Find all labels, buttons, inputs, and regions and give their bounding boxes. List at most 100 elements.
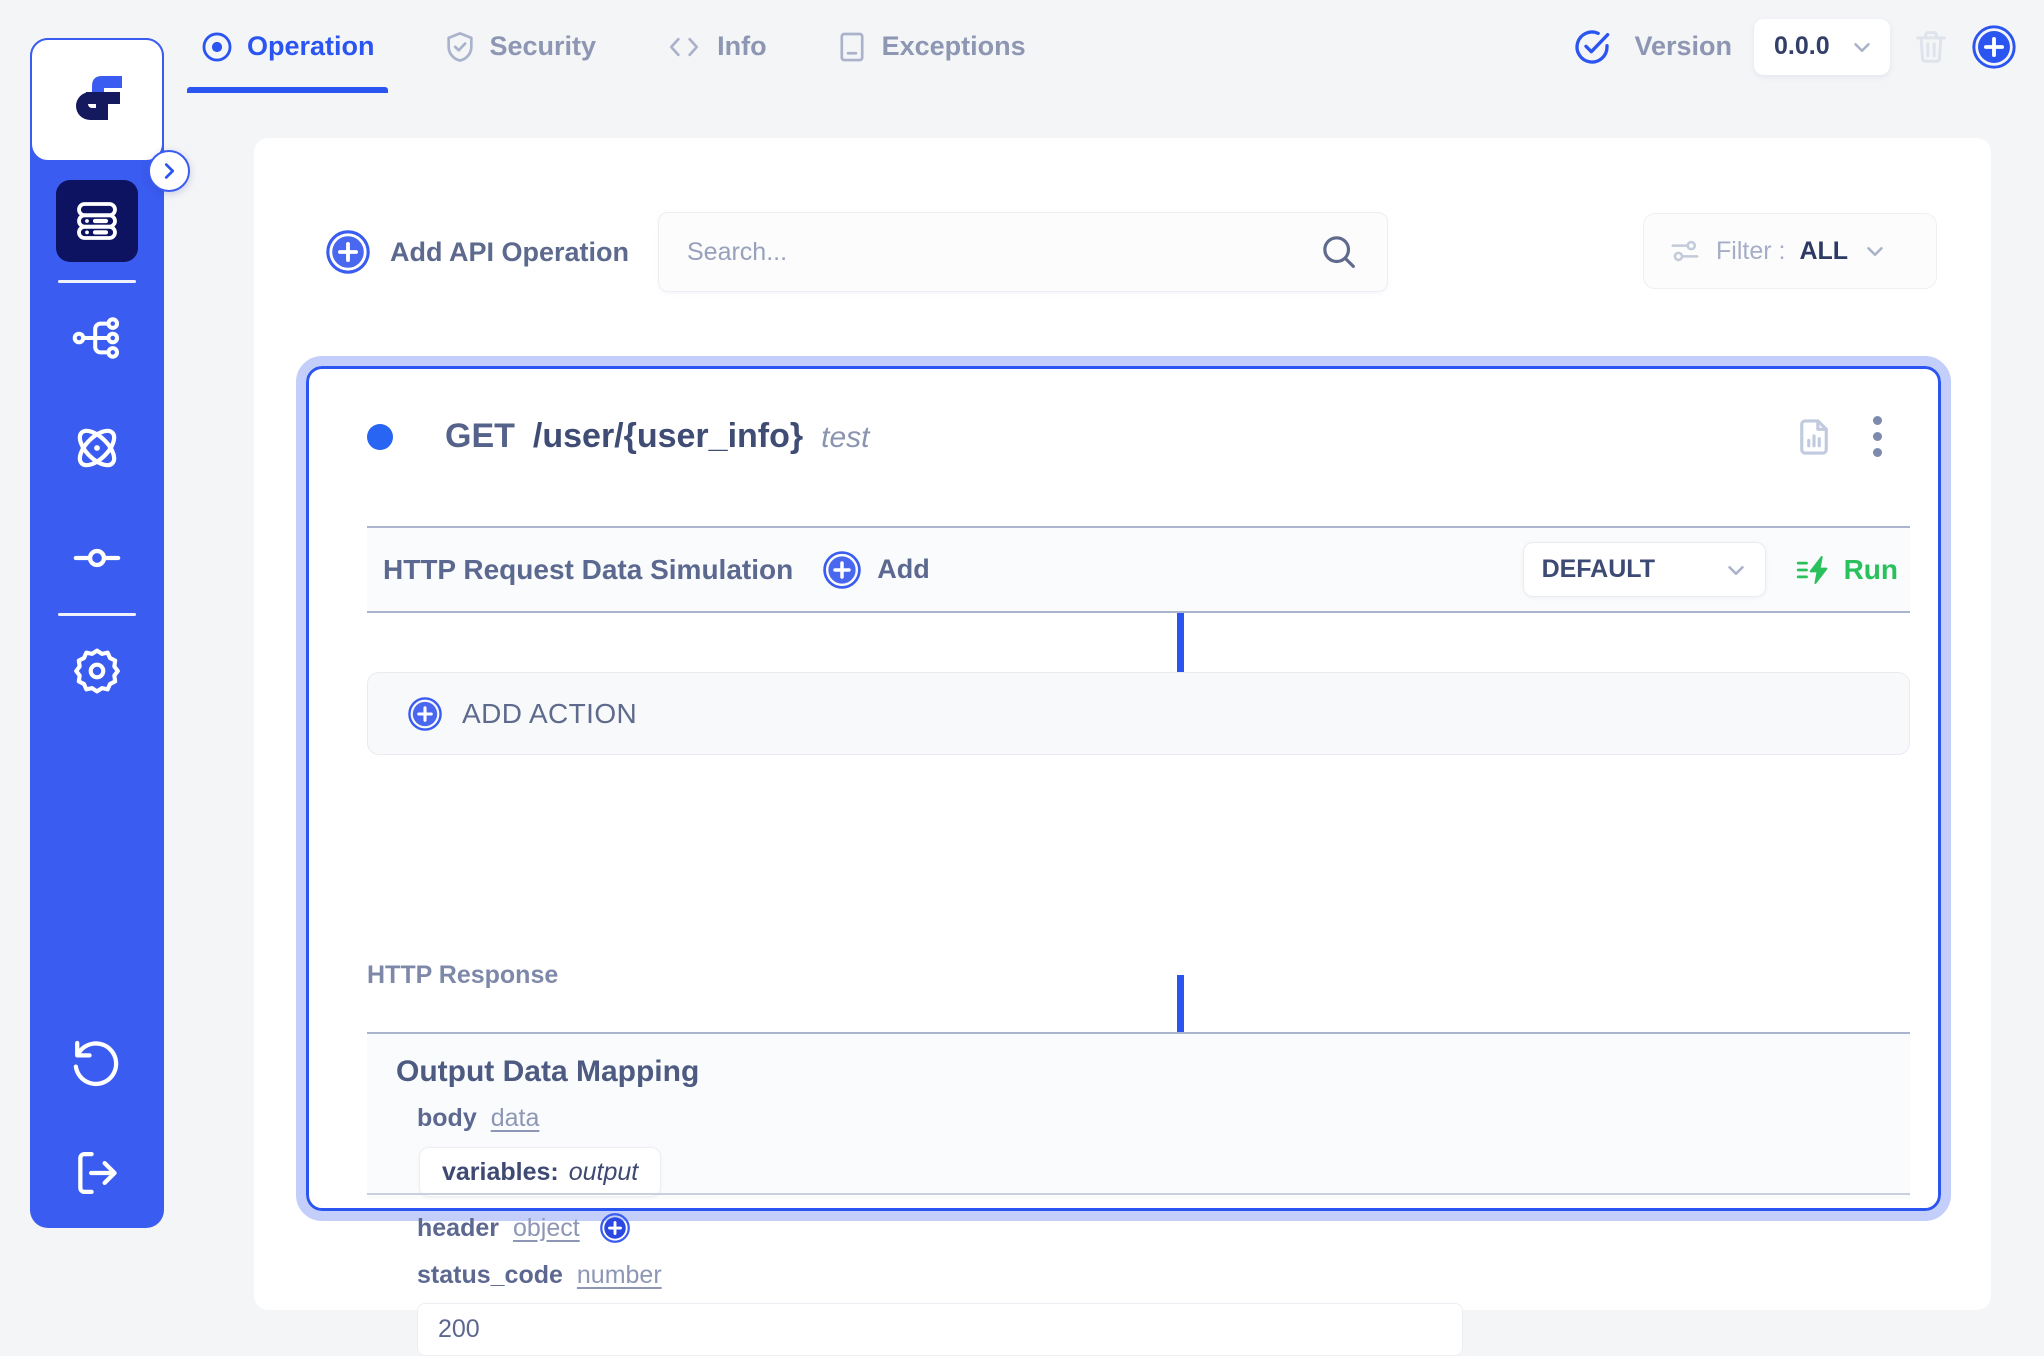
environment-select[interactable]: DEFAULT	[1522, 542, 1766, 597]
add-version-button[interactable]	[1972, 24, 2016, 69]
flow-connector-bottom	[1177, 975, 1184, 1032]
history-undo-icon	[73, 1040, 119, 1087]
sidebar-item-integrations[interactable]	[30, 393, 164, 503]
version-controls: Version 0.0.0	[1572, 0, 2016, 93]
file-chart-icon[interactable]	[1793, 416, 1835, 458]
tab-info[interactable]: Info	[654, 0, 776, 93]
plus-circle-icon	[326, 230, 370, 274]
output-data-mapping-section: Output Data Mapping body data variables:…	[367, 1034, 1910, 1356]
tab-operation-label: Operation	[247, 31, 375, 61]
field-type-header[interactable]: object	[513, 1214, 580, 1243]
status-dot	[367, 423, 393, 450]
top-tab-bar: Operation Security Info Exceptions Versi…	[187, 0, 2044, 93]
operation-name: test	[821, 421, 870, 454]
operation-path: /user/{user_info}	[532, 417, 804, 455]
chevron-down-icon	[1727, 565, 1744, 575]
version-label: Version	[1634, 31, 1732, 61]
simulation-run-controls: DEFAULT Run	[1522, 542, 1898, 597]
logout-icon	[78, 1151, 117, 1195]
variable-chip[interactable]: variables: output	[419, 1147, 662, 1197]
simulation-title: HTTP Request Data Simulation	[383, 553, 794, 585]
filter-value: ALL	[1799, 236, 1849, 265]
field-key-status-code: status_code	[417, 1261, 563, 1289]
status-code-value: 200	[438, 1315, 480, 1343]
sidebar	[30, 38, 164, 1228]
node-connector-icon	[73, 548, 121, 568]
field-type-status-code[interactable]: number	[577, 1261, 662, 1290]
search-icon[interactable]	[1319, 232, 1359, 272]
shield-check-icon	[446, 31, 473, 62]
filter-select[interactable]: Filter : ALL	[1643, 213, 1937, 289]
sitemap-branch-icon	[72, 317, 120, 359]
add-api-operation-label: Add API Operation	[390, 236, 630, 267]
output-data-mapping-fields: body data variables: output header objec…	[417, 1104, 1888, 1356]
variable-chip-value: output	[568, 1157, 639, 1186]
version-select[interactable]: 0.0.0	[1754, 18, 1890, 75]
field-key-body: body	[417, 1104, 477, 1132]
run-button[interactable]: Run	[1796, 553, 1898, 587]
operation-method: GET	[445, 417, 515, 455]
http-response-label: HTTP Response	[367, 961, 559, 989]
version-value: 0.0.0	[1774, 32, 1830, 60]
filter-label: Filter :	[1716, 236, 1786, 265]
trash-icon[interactable]	[1912, 28, 1950, 66]
gear-icon	[74, 648, 120, 694]
sidebar-item-settings[interactable]	[30, 616, 164, 726]
operations-toolbar: Add API Operation Filter : ALL	[326, 212, 1937, 292]
field-key-header: header	[417, 1213, 499, 1242]
tab-security[interactable]: Security	[433, 0, 607, 93]
document-warning-icon	[840, 32, 864, 61]
app-logo[interactable]	[30, 38, 164, 162]
tab-security-label: Security	[489, 31, 597, 61]
sidebar-item-pipelines[interactable]	[30, 503, 164, 613]
kebab-dot	[1873, 416, 1882, 425]
sidebar-item-logout[interactable]	[30, 1118, 164, 1228]
field-row-body: body data	[417, 1104, 1888, 1133]
operation-header-actions	[1793, 369, 1890, 504]
field-row-header: header object	[417, 1213, 1888, 1243]
tab-list: Operation Security Info Exceptions	[187, 0, 1084, 93]
tab-exceptions[interactable]: Exceptions	[825, 0, 1036, 93]
http-request-simulation-row: HTTP Request Data Simulation Add DEFAULT	[367, 526, 1910, 613]
add-api-operation-button[interactable]: Add API Operation	[326, 230, 629, 274]
sidebar-expand-button[interactable]	[148, 150, 190, 192]
chevron-down-icon	[1867, 247, 1883, 257]
tab-exceptions-label: Exceptions	[881, 31, 1026, 61]
field-type-body[interactable]: data	[491, 1104, 540, 1133]
environment-value: DEFAULT	[1541, 555, 1655, 583]
field-row-status-code: status_code number	[417, 1261, 1888, 1290]
mapping-bottom-divider	[367, 1193, 1910, 1195]
check-circle-icon	[1575, 29, 1610, 64]
sidebar-item-api-catalog[interactable]	[30, 162, 164, 280]
kebab-dot	[1873, 448, 1882, 457]
tab-operation[interactable]: Operation	[187, 0, 388, 93]
sidebar-item-history[interactable]	[30, 1008, 164, 1118]
run-label: Run	[1843, 553, 1898, 585]
add-action-button[interactable]: ADD ACTION	[367, 672, 1910, 755]
api-operation-card[interactable]: GET /user/{user_info} test HTTP Request …	[296, 356, 1951, 1356]
output-data-mapping-title: Output Data Mapping	[396, 1055, 700, 1088]
plus-circle-icon	[823, 550, 861, 589]
search-box[interactable]	[658, 212, 1388, 292]
add-action-label: ADD ACTION	[462, 697, 638, 729]
database-stack-icon	[77, 202, 117, 240]
status-code-input[interactable]: 200	[417, 1303, 1463, 1356]
operation-menu-button[interactable]	[1865, 408, 1890, 465]
simulation-add-button[interactable]: Add	[823, 550, 930, 589]
sidebar-active-indicator	[56, 180, 138, 262]
plus-circle-icon[interactable]	[599, 1213, 630, 1243]
simulation-add-label: Add	[877, 554, 930, 584]
lightning-run-icon	[1796, 555, 1827, 584]
operation-header: GET /user/{user_info} test	[309, 369, 1938, 504]
sidebar-item-workflow[interactable]	[30, 283, 164, 393]
output-data-mapping-inner: Output Data Mapping body data variables:…	[396, 1034, 1910, 1356]
search-input[interactable]	[687, 237, 1319, 267]
brand-logo-icon	[76, 76, 122, 120]
flow-connector-top	[1177, 613, 1184, 672]
tab-info-label: Info	[717, 31, 767, 61]
main-panel: Add API Operation Filter : ALL	[254, 138, 1991, 1356]
chevron-down-icon	[1854, 42, 1870, 52]
atom-icon	[77, 428, 117, 468]
code-brackets-icon	[669, 37, 699, 56]
operation-title: GET /user/{user_info} test	[445, 417, 869, 456]
